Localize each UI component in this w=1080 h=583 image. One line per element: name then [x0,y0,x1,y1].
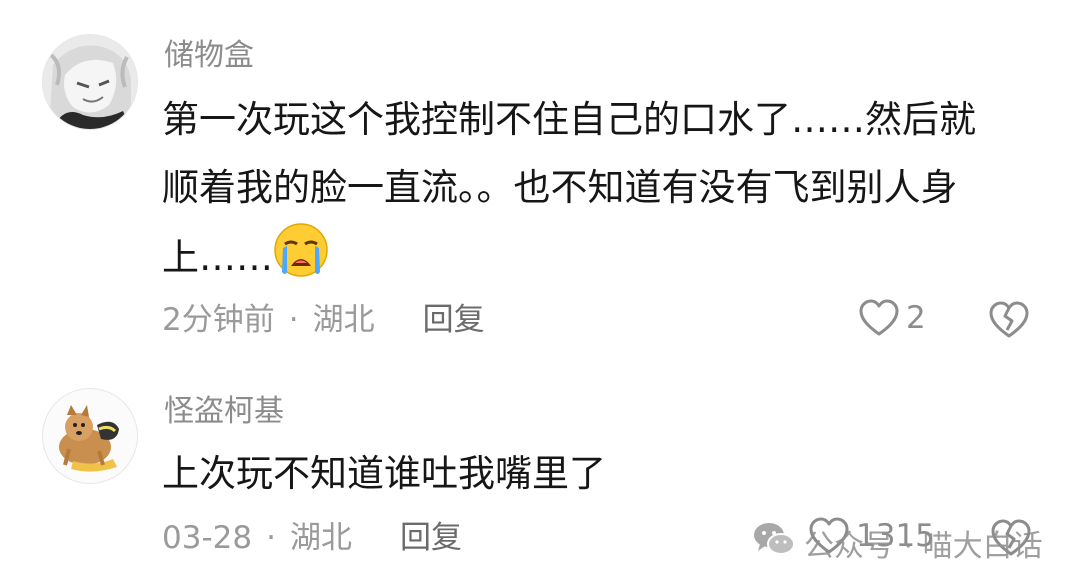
meta-separator: · [266,520,276,556]
comment-item: 储物盒 第一次玩这个我控制不住自己的口水了……然后就 顺着我的脸一直流。。也不知… [0,0,1080,370]
heart-outline-icon [858,298,900,338]
watermark: 公众号 · 喵大白话 [752,520,1043,566]
like-count: 2 [906,300,926,336]
comment-line: 上…… [162,236,273,279]
comment-line: 第一次玩这个我控制不住自己的口水了……然后就 [162,98,976,141]
meta-separator: · [288,302,299,338]
like-button[interactable]: 2 [858,298,926,338]
comment-location: 湖北 [289,520,352,556]
comment-meta: 03-28 · 湖北 回复 [162,518,462,558]
username[interactable]: 怪盗柯基 [164,394,284,430]
broken-heart-icon [988,301,1030,344]
comment-location: 湖北 [312,302,375,338]
comment-line: 顺着我的脸一直流。。也不知道有没有飞到别人身 [162,166,958,209]
crying-face-emoji [273,222,329,300]
reply-button[interactable]: 回复 [400,518,462,558]
watermark-text: 公众号 · 喵大白话 [804,529,1043,564]
comment-meta: 2分钟前 · 湖北 回复 [162,300,485,340]
comment-line: 上次玩不知道谁吐我嘴里了 [162,452,606,495]
avatar[interactable] [42,34,138,130]
wechat-icon [752,520,796,566]
comment-text: 上次玩不知道谁吐我嘴里了 [162,440,606,508]
avatar[interactable] [42,388,138,484]
dislike-button[interactable] [988,300,1030,344]
username[interactable]: 储物盒 [164,38,254,74]
comment-text: 第一次玩这个我控制不住自己的口水了……然后就 顺着我的脸一直流。。也不知道有没有… [162,86,976,300]
comment-time: 2分钟前 [162,302,275,338]
reply-button[interactable]: 回复 [423,300,485,340]
comment-time: 03-28 [162,520,253,556]
